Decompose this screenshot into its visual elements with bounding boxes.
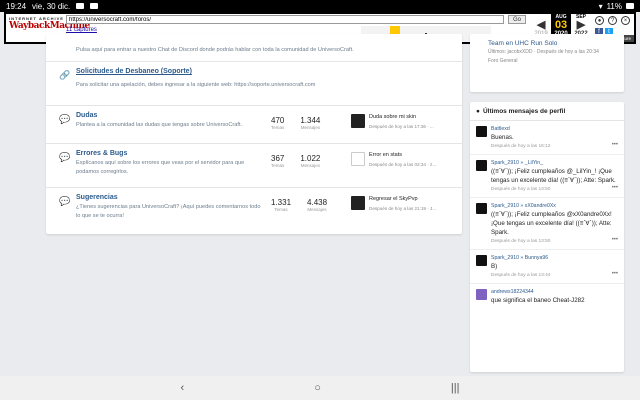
- more-options-icon[interactable]: •••: [612, 271, 618, 277]
- node-sugerencias[interactable]: 💬 Sugerencias ¿Tienes sugerencias para U…: [46, 188, 462, 234]
- node-description: Pulsa aquí para entrar a nuestro Chat de…: [76, 47, 354, 53]
- profile-post: Spark_2910 » Bunnya96 B) Después de hoy …: [470, 250, 624, 284]
- notification-icon: [76, 3, 85, 9]
- go-button[interactable]: Go: [508, 15, 527, 24]
- node-title[interactable]: Solicitudes de Desbaneo (Soporte): [76, 68, 454, 75]
- messages-count: 1.344: [300, 116, 321, 125]
- avatar[interactable]: [476, 160, 487, 171]
- help-icon[interactable]: ?: [608, 16, 617, 25]
- sidebar-thread-forum[interactable]: Foro General: [488, 58, 616, 65]
- avatar[interactable]: [351, 114, 365, 128]
- user-icon: ●: [476, 108, 480, 115]
- avatar[interactable]: [351, 196, 365, 210]
- threads-count: 470: [271, 116, 285, 125]
- link-icon: 🔗: [59, 70, 71, 80]
- node-dudas[interactable]: 💬 Dudas Plantea a la comunidad las dudas…: [46, 106, 462, 144]
- status-time: 19:24: [6, 1, 27, 11]
- home-icon[interactable]: ○: [314, 382, 321, 394]
- profile-post: Spark_2910 » xX0andre0Xx ((≡ˊ∀ˋ)); ¡Feli…: [470, 198, 624, 250]
- comments-icon: 💬: [59, 114, 71, 124]
- avatar[interactable]: [351, 152, 365, 166]
- post-message: que significa el baneo Cheat-J282: [491, 297, 585, 304]
- close-icon[interactable]: ×: [621, 16, 630, 25]
- profile-post: andrews18224344 que significa el baneo C…: [470, 284, 624, 310]
- avatar[interactable]: [476, 255, 487, 266]
- threads-count: 367: [271, 154, 285, 163]
- node-description: Para solicitar una apelación, debes ingr…: [76, 82, 316, 88]
- profile-post: Spark_2910 » _LilYin_ ((≡ˊ∀ˋ)); ¡Feliz c…: [470, 155, 624, 198]
- node-errores-bugs[interactable]: 💬 Errores & Bugs Explícanos aquí sobre l…: [46, 144, 462, 188]
- post-message: ((≡ˊ∀ˋ)); ¡Feliz cumpleaños @_LilYin_! ¡…: [491, 168, 616, 184]
- forum-node-list: Pulsa aquí para entrar a nuestro Chat de…: [46, 34, 462, 234]
- post-author[interactable]: andrews18224344: [491, 289, 618, 295]
- prev-arrow-icon[interactable]: ◀: [531, 20, 551, 31]
- node-unban-requests[interactable]: 🔗 Solicitudes de Desbaneo (Soporte) Para…: [46, 62, 462, 106]
- threads-count: 1.331: [271, 198, 292, 207]
- node-title[interactable]: Errores & Bugs: [76, 150, 266, 157]
- post-author[interactable]: Spark_2910 » xX0andre0Xx: [491, 203, 618, 209]
- more-options-icon[interactable]: •••: [612, 237, 618, 243]
- next-arrow-icon[interactable]: ▶: [571, 20, 591, 31]
- status-date: vie, 30 dic.: [32, 1, 71, 11]
- latest-thread-meta: Después de hoy a las 17:36 · ...: [369, 124, 434, 129]
- app-icon: [90, 3, 99, 9]
- wayback-url-input[interactable]: [66, 15, 504, 24]
- post-time[interactable]: Después de hoy a las 16:12: [491, 144, 618, 149]
- latest-thread-meta: Después de hoy a las 03:34 · z...: [369, 162, 437, 167]
- sidebar-thread-meta: Últimos: jacobxXDD · Después de hoy a la…: [488, 49, 599, 55]
- user-icon[interactable]: ●: [595, 16, 604, 25]
- post-time[interactable]: Después de hoy a las 13:50: [491, 187, 618, 192]
- sidebar-profile-posts: ● Últimos mensajes de perfil Battlexd Bu…: [470, 102, 624, 372]
- comments-icon: 💬: [59, 152, 71, 162]
- node-description: ¿Tienes sugerencias para UniversoCraft? …: [76, 204, 261, 219]
- post-time[interactable]: Después de hoy a las 13:50: [491, 239, 618, 244]
- post-author[interactable]: Battlexd: [491, 126, 618, 132]
- profile-posts-heading: ● Últimos mensajes de perfil: [470, 102, 624, 121]
- avatar[interactable]: [476, 289, 487, 300]
- post-time[interactable]: Después de hoy a las 13:44: [491, 273, 618, 278]
- post-message: B): [491, 263, 498, 270]
- messages-count: 4.438: [307, 198, 328, 207]
- post-message: ((≡ˊ∀ˋ)); ¡Feliz cumpleaños @xX0andre0Xx…: [491, 211, 612, 236]
- post-author[interactable]: Spark_2910 » Bunnya96: [491, 255, 618, 261]
- recents-icon[interactable]: |||: [451, 382, 460, 394]
- post-author[interactable]: Spark_2910 » _LilYin_: [491, 160, 618, 166]
- profile-post: Battlexd Buenas. Después de hoy a las 16…: [470, 121, 624, 155]
- wifi-icon: ▾: [598, 1, 603, 11]
- back-icon[interactable]: ‹: [181, 382, 185, 394]
- avatar[interactable]: [476, 126, 487, 137]
- android-nav-bar: ‹ ○ |||: [0, 376, 640, 400]
- chat-icon: [54, 44, 76, 55]
- latest-thread-link[interactable]: Duda sobre mi skin: [369, 114, 434, 120]
- node-discord[interactable]: Pulsa aquí para entrar a nuestro Chat de…: [46, 34, 462, 62]
- more-options-icon[interactable]: •••: [612, 185, 618, 191]
- messages-count: 1.022: [300, 154, 321, 163]
- battery-level: 11%: [606, 1, 622, 11]
- post-message: Buenas.: [491, 134, 514, 141]
- sidebar-latest-thread: Team en UHC Run Solo Últimos: jacobxXDD …: [470, 34, 624, 92]
- latest-thread-meta: Después de hoy a las 21:19 · J...: [369, 206, 437, 211]
- comments-icon: 💬: [59, 196, 71, 206]
- wayback-logo-text: WaybackMachine: [9, 21, 90, 31]
- node-title[interactable]: Sugerencias: [76, 194, 266, 201]
- sidebar-thread-title[interactable]: Team en UHC Run Solo: [488, 40, 616, 47]
- node-description: Explícanos aquí sobre los errores que ve…: [76, 160, 245, 175]
- status-bar: 19:24 vie, 30 dic. ▾ 11%: [0, 0, 640, 12]
- battery-icon: [626, 3, 634, 9]
- latest-thread-link[interactable]: Regresar el SkyPvp: [369, 196, 436, 202]
- more-options-icon[interactable]: •••: [612, 142, 618, 148]
- latest-thread-link[interactable]: Error en stats: [369, 152, 436, 158]
- avatar[interactable]: [476, 203, 487, 214]
